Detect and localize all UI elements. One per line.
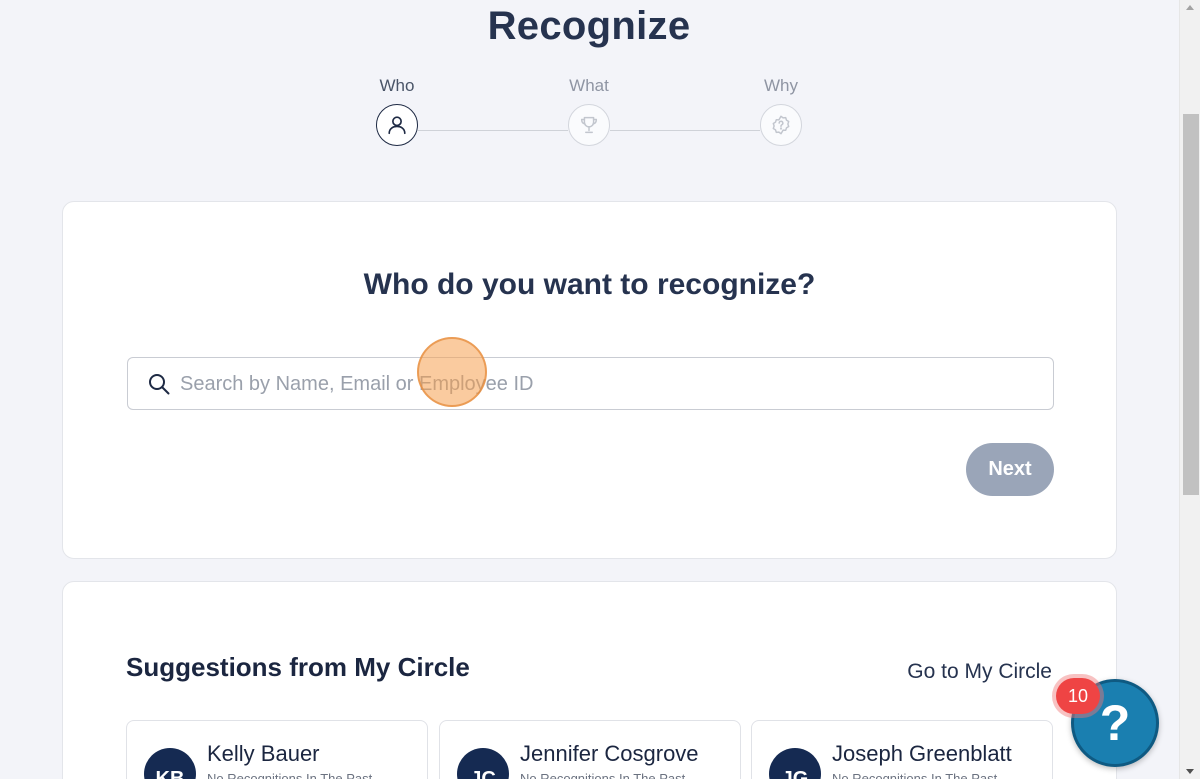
notification-badge: 10 [1052,674,1104,718]
person-subtitle: No Recognitions In The Past [207,771,373,779]
avatar: JG [769,748,821,779]
person-subtitle: No Recognitions In The Past [520,771,686,779]
next-button[interactable]: Next [966,443,1054,496]
person-card[interactable]: JC Jennifer Cosgrove No Recognitions In … [439,720,741,779]
search-heading: Who do you want to recognize? [363,268,816,301]
step-label: Why [764,76,798,95]
recipient-search-card: Who do you want to recognize? Next [62,201,1117,559]
step-label: What [569,76,609,95]
avatar: JC [457,748,509,779]
user-icon [376,104,418,146]
person-name: Kelly Bauer [207,741,320,766]
trophy-icon [568,104,610,146]
badge-question-icon [760,104,802,146]
person-name: Joseph Greenblatt [832,741,1012,766]
step-why[interactable]: Why [745,76,817,146]
person-name: Jennifer Cosgrove [520,741,699,766]
step-label: Who [379,76,415,95]
avatar: KB [144,748,196,779]
step-who[interactable]: Who [361,76,433,146]
person-subtitle: No Recognitions In The Past [832,771,998,779]
stepper: Who What Why [360,76,820,156]
vertical-scrollbar[interactable] [1179,0,1200,779]
step-what[interactable]: What [553,76,625,146]
scroll-down-arrow-icon[interactable] [1186,769,1194,774]
scroll-up-arrow-icon[interactable] [1186,5,1194,10]
scrollbar-thumb[interactable] [1183,114,1199,495]
page-title: Recognize [487,4,691,48]
search-field[interactable] [127,357,1054,410]
suggestions-heading: Suggestions from My Circle [126,652,470,682]
recognize-page: Recognize Who What Why Who do you want t… [0,0,1200,779]
suggestions-card: Suggestions from My Circle Go to My Circ… [62,581,1117,779]
search-icon [149,374,170,395]
step-connector [610,130,760,131]
person-card[interactable]: KB Kelly Bauer No Recognitions In The Pa… [126,720,428,779]
click-indicator [417,337,487,407]
person-card[interactable]: JG Joseph Greenblatt No Recognitions In … [751,720,1053,779]
step-connector [418,130,568,131]
go-to-my-circle-link[interactable]: Go to My Circle [907,660,1052,684]
badge-count: 10 [1056,678,1100,714]
question-icon: ? [1099,695,1131,751]
search-input[interactable] [180,366,1040,402]
